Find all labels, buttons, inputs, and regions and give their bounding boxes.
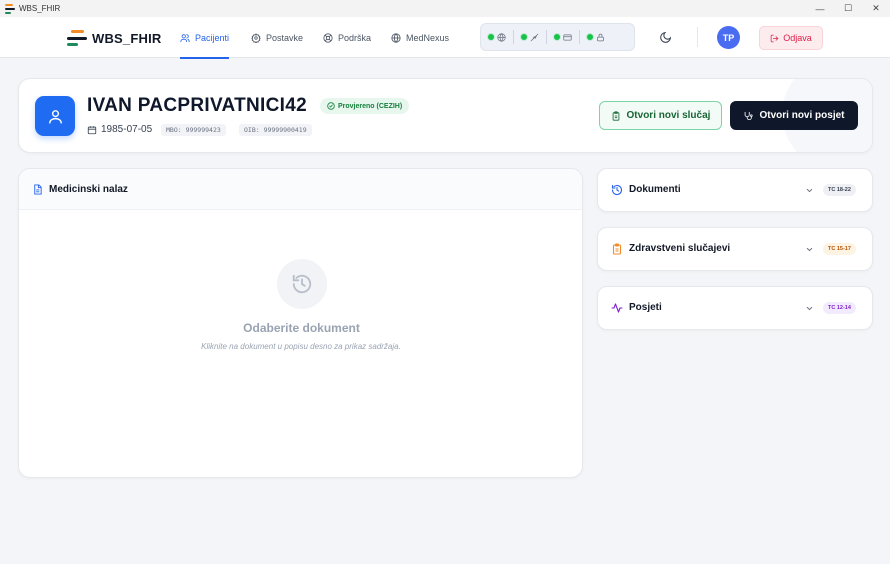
logout-button[interactable]: Odjava [759,26,823,50]
status-dot [488,34,494,40]
patient-dob: 1985-07-05 [87,124,152,135]
patient-name: IVAN PACPRIVATNICI42 [87,95,307,116]
dob-value: 1985-07-05 [101,124,153,135]
new-case-button[interactable]: Otvori novi slučaj [599,101,722,130]
nav-mednexus[interactable]: MedNexus [391,17,449,58]
chevron-down-icon[interactable] [805,186,814,195]
user-avatar[interactable]: TP [717,26,740,49]
clipboard-icon [612,110,619,121]
nav-label: Podrška [338,32,372,43]
connection-status-group [480,23,635,51]
app-logo-icon [5,3,15,14]
status-dot [554,34,560,40]
logout-icon [770,34,779,42]
card-icon [563,34,572,40]
users-icon [180,33,190,42]
nav-label: Postavke [266,32,304,43]
patient-avatar [35,96,75,136]
globe-icon [497,32,506,42]
status-dot [521,34,527,40]
new-visit-button[interactable]: Otvori novi posjet [730,101,858,130]
activity-icon [530,33,539,41]
document-icon [34,183,42,195]
panel-title: Dokumenti [629,184,681,195]
new-case-label: Otvori novi slučaj [626,110,711,121]
panel-dokumenti[interactable]: Dokumenti TC 18-22 [597,168,873,212]
close-button[interactable]: ✕ [862,0,890,17]
logout-label: Odjava [783,33,812,43]
clipboard-icon [612,243,622,255]
brand-logo-icon [67,30,87,46]
panel-posjeti[interactable]: Posjeti TC 12-14 [597,286,873,330]
empty-state-text: Kliknite na dokument u popisu desno za p… [201,342,401,351]
nav-postavke[interactable]: Postavke [251,17,303,58]
check-circle-icon [327,102,335,110]
nav-label: Pacijenti [195,32,230,43]
nav-label: MedNexus [406,32,450,43]
nav-pacijenti[interactable]: Pacijenti [180,17,230,59]
top-navbar: WBS_FHIR Pacijenti Postavke Podrška MedN… [0,17,890,59]
new-visit-label: Otvori novi posjet [759,110,845,121]
lock-icon [597,33,604,41]
panel-title: Zdravstveni slučajevi [629,243,731,254]
minimize-button[interactable]: — [806,0,834,17]
navbar-divider [697,27,698,47]
mbo-chip: MBO: 999999423 [161,124,226,136]
history-icon [611,184,623,196]
medical-report-card: Medicinski nalaz Odaberite dokument Klik… [18,168,583,478]
panel-tag: TC 12-14 [823,302,856,314]
panel-tag: TC 18-22 [823,184,856,196]
calendar-icon [87,125,97,134]
status-card-reader[interactable] [546,30,579,44]
maximize-button[interactable]: ☐ [834,0,862,17]
report-title: Medicinski nalaz [49,183,128,195]
panel-tag: TC 15-17 [823,243,856,255]
verified-badge: Provjereno (CEZIH) [320,98,410,114]
oib-chip: OIB: 99999900419 [239,124,312,136]
window-titlebar: WBS_FHIR — ☐ ✕ [0,0,890,17]
status-network[interactable] [481,30,513,44]
chevron-down-icon[interactable] [805,304,814,313]
report-header: Medicinski nalaz [19,169,582,210]
dark-mode-toggle-icon[interactable] [659,31,672,44]
status-security[interactable] [579,30,612,44]
activity-icon [611,303,623,313]
history-icon [277,259,327,309]
status-dot [587,34,593,40]
empty-state-title: Odaberite dokument [243,321,360,335]
user-icon [48,109,62,124]
lifebuoy-icon [323,32,333,43]
globe-icon [391,32,401,43]
verified-label: Provjereno (CEZIH) [338,102,403,110]
gear-icon [251,32,261,43]
chevron-down-icon[interactable] [805,245,814,254]
brand-name: WBS_FHIR [92,30,162,46]
status-activity[interactable] [513,30,546,44]
patient-header-card: IVAN PACPRIVATNICI42 Provjereno (CEZIH) … [18,78,873,153]
panel-title: Posjeti [629,302,662,313]
stethoscope-icon [745,111,754,120]
window-title: WBS_FHIR [19,4,61,13]
brand[interactable]: WBS_FHIR [67,28,162,48]
nav-podrska[interactable]: Podrška [323,17,371,58]
panel-zdravstveni-slucajevi[interactable]: Zdravstveni slučajevi TC 15-17 [597,227,873,271]
